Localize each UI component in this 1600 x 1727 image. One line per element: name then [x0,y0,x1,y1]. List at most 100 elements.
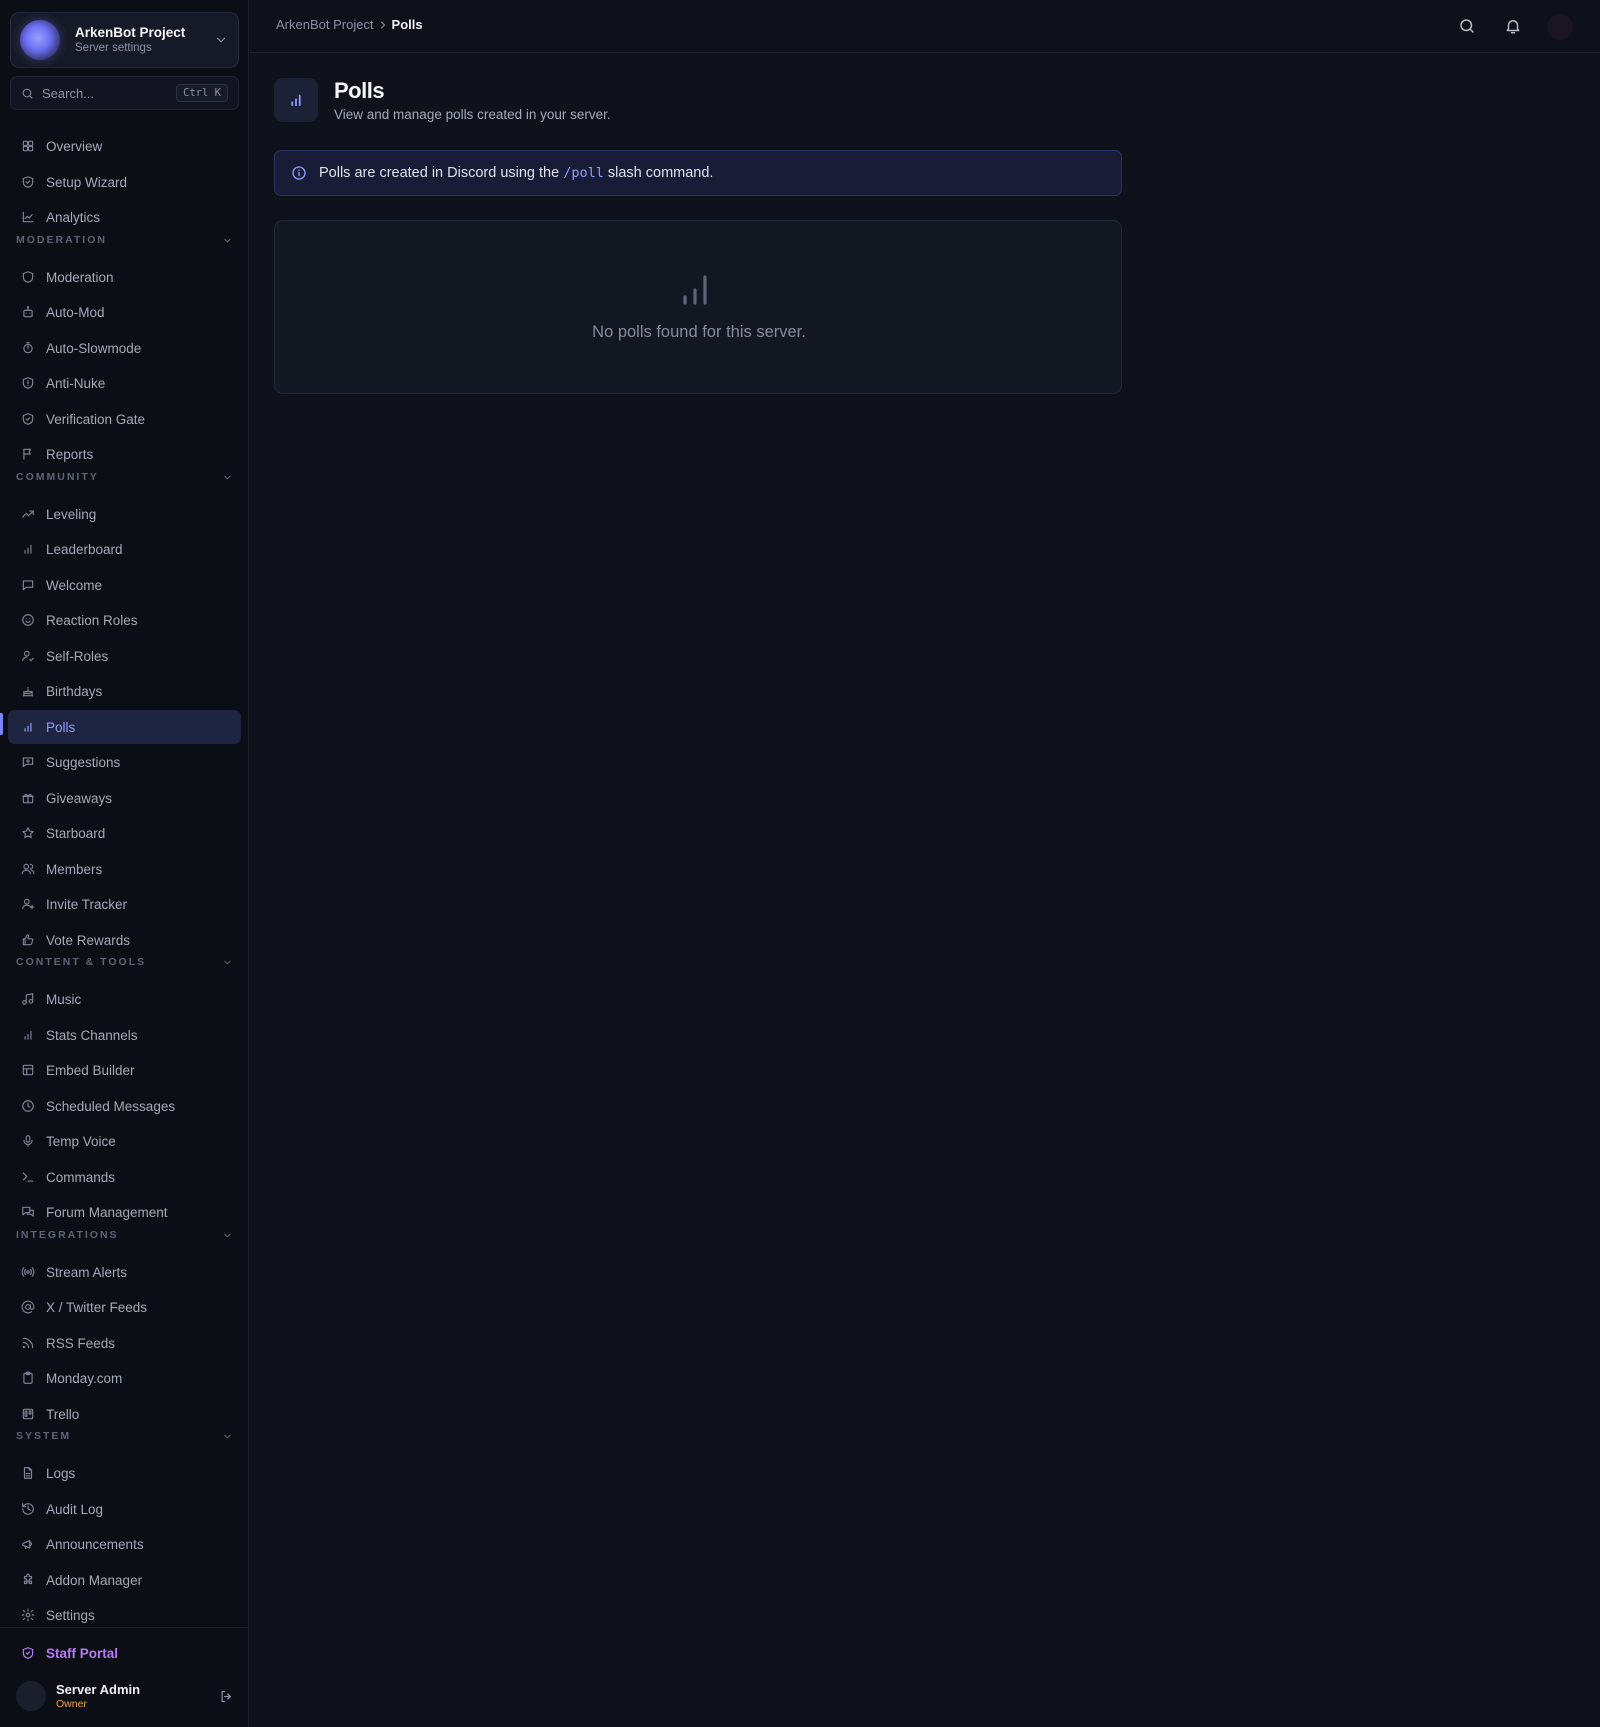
search-icon[interactable] [1458,17,1476,35]
sidebar-item-label: Music [46,991,82,1007]
bar-chart-icon [291,94,301,107]
sidebar-item-scheduled-messages[interactable]: Scheduled Messages [8,1089,241,1123]
sidebar-item-x-twitter-feeds[interactable]: X / Twitter Feeds [8,1290,241,1324]
avatar[interactable] [1547,14,1573,40]
sidebar-item-trello[interactable]: Trello [8,1397,241,1431]
section-title: COMMUNITY [16,471,99,483]
sidebar-item-auto-slowmode[interactable]: Auto-Slowmode [8,331,241,365]
sidebar-item-setup-wizard[interactable]: Setup Wizard [8,165,241,199]
mic-icon [23,1135,33,1147]
layout-icon [22,1064,34,1076]
sidebar-item-analytics[interactable]: Analytics [8,200,241,234]
sidebar-item-giveaways[interactable]: Giveaways [8,781,241,815]
sidebar-item-stream-alerts[interactable]: Stream Alerts [8,1255,241,1289]
section-title: SYSTEM [16,1430,72,1442]
breadcrumb: ArkenBot Project Polls [276,17,423,32]
info-text-after: slash command. [603,165,714,181]
sidebar-item-leveling[interactable]: Leveling [8,497,241,531]
user-profile: Server Admin Owner [16,1679,234,1713]
sidebar-item-members[interactable]: Members [8,852,241,886]
sidebar-item-forum-management[interactable]: Forum Management [8,1195,241,1229]
sidebar-item-logs[interactable]: Logs [8,1456,241,1490]
section-header-community[interactable]: COMMUNITY [16,469,233,485]
logout-icon[interactable] [219,1689,234,1704]
sidebar-item-leaderboard[interactable]: Leaderboard [8,532,241,566]
sidebar-item-label: Trello [46,1406,80,1422]
search-input[interactable]: Search... Ctrl K [10,76,239,110]
sidebar-item-label: Audit Log [46,1501,104,1517]
chevron-right-icon [380,21,385,28]
info-banner: Polls are created in Discord using the /… [274,150,1122,196]
sidebar-item-addon-manager[interactable]: Addon Manager [8,1563,241,1597]
rss-icon [22,1337,34,1349]
shield-alert-icon [22,377,34,389]
history-icon [22,1503,34,1515]
section-header-integrations[interactable]: INTEGRATIONS [16,1227,233,1243]
sidebar-item-label: Polls [46,719,76,735]
sidebar-item-label: Scheduled Messages [46,1098,176,1114]
empty-state-card: No polls found for this server. [274,220,1122,394]
sidebar-item-temp-voice[interactable]: Temp Voice [8,1124,241,1158]
gear-icon [21,1608,35,1622]
active-indicator [0,713,3,735]
layout-grid-icon [22,140,34,152]
sidebar-item-reports[interactable]: Reports [8,437,241,471]
bell-icon[interactable] [1504,17,1522,35]
trending-up-icon [22,510,34,518]
sidebar-item-starboard[interactable]: Starboard [8,816,241,850]
info-text-before: Polls are created in Discord using the [319,165,564,181]
avatar [16,1681,46,1711]
staff-portal-link[interactable]: Staff Portal [8,1636,241,1670]
sidebar-item-label: Commands [46,1169,116,1185]
sidebar-item-audit-log[interactable]: Audit Log [8,1492,241,1526]
sidebar-item-auto-mod[interactable]: Auto-Mod [8,295,241,329]
section-header-system[interactable]: SYSTEM [16,1428,233,1444]
sidebar-item-label: Embed Builder [46,1062,135,1078]
page-icon-tile [274,78,318,122]
sidebar-item-vote-rewards[interactable]: Vote Rewards [8,923,241,957]
sidebar-item-birthdays[interactable]: Birthdays [8,674,241,708]
sidebar-item-moderation[interactable]: Moderation [8,260,241,294]
megaphone-icon [22,1539,32,1550]
thumbs-up-icon [22,934,34,946]
slash-command-code: /poll [563,165,604,181]
section-header-moderation[interactable]: MODERATION [16,232,233,248]
sidebar-item-anti-nuke[interactable]: Anti-Nuke [8,366,241,400]
sidebar-item-suggestions[interactable]: Suggestions [8,745,241,779]
server-switcher[interactable]: ArkenBot Project Server settings [10,12,239,68]
sidebar-item-announcements[interactable]: Announcements [8,1527,241,1561]
chevron-down-icon [216,37,226,43]
sidebar-item-label: Birthdays [46,683,103,699]
section-title: MODERATION [16,234,107,246]
section-header-content-tools[interactable]: CONTENT & TOOLS [16,954,233,970]
sidebar-item-label: Logs [46,1465,76,1481]
sidebar-item-polls[interactable]: Polls [8,710,241,744]
user-check-icon [22,650,34,662]
sidebar-item-label: Overview [46,138,103,154]
sidebar-item-welcome[interactable]: Welcome [8,568,241,602]
sidebar-item-label: Starboard [46,825,106,841]
sidebar-item-commands[interactable]: Commands [8,1160,241,1194]
sidebar-item-self-roles[interactable]: Self-Roles [8,639,241,673]
sidebar-item-verification-gate[interactable]: Verification Gate [8,402,241,436]
bar-chart-icon [683,275,707,305]
shield-check-icon [22,1647,34,1659]
sidebar-item-overview[interactable]: Overview [8,129,241,163]
breadcrumb-root[interactable]: ArkenBot Project [276,17,374,32]
shield-check-icon [22,176,34,188]
star-icon [22,827,34,839]
sidebar-item-music[interactable]: Music [8,982,241,1016]
sidebar-item-monday-com[interactable]: Monday.com [8,1361,241,1395]
sidebar-item-stats-channels[interactable]: Stats Channels [8,1018,241,1052]
sidebar-item-rss-feeds[interactable]: RSS Feeds [8,1326,241,1360]
flag-icon [23,448,31,460]
bar-chart-icon [24,1030,32,1040]
chevron-down-icon [224,238,231,242]
sidebar-item-invite-tracker[interactable]: Invite Tracker [8,887,241,921]
sidebar-item-embed-builder[interactable]: Embed Builder [8,1053,241,1087]
sidebar-item-label: Moderation [46,269,114,285]
sidebar-item-reaction-roles[interactable]: Reaction Roles [8,603,241,637]
sidebar-item-label: X / Twitter Feeds [46,1299,148,1315]
shield-icon [22,271,34,283]
message-square-plus-icon [22,757,34,768]
